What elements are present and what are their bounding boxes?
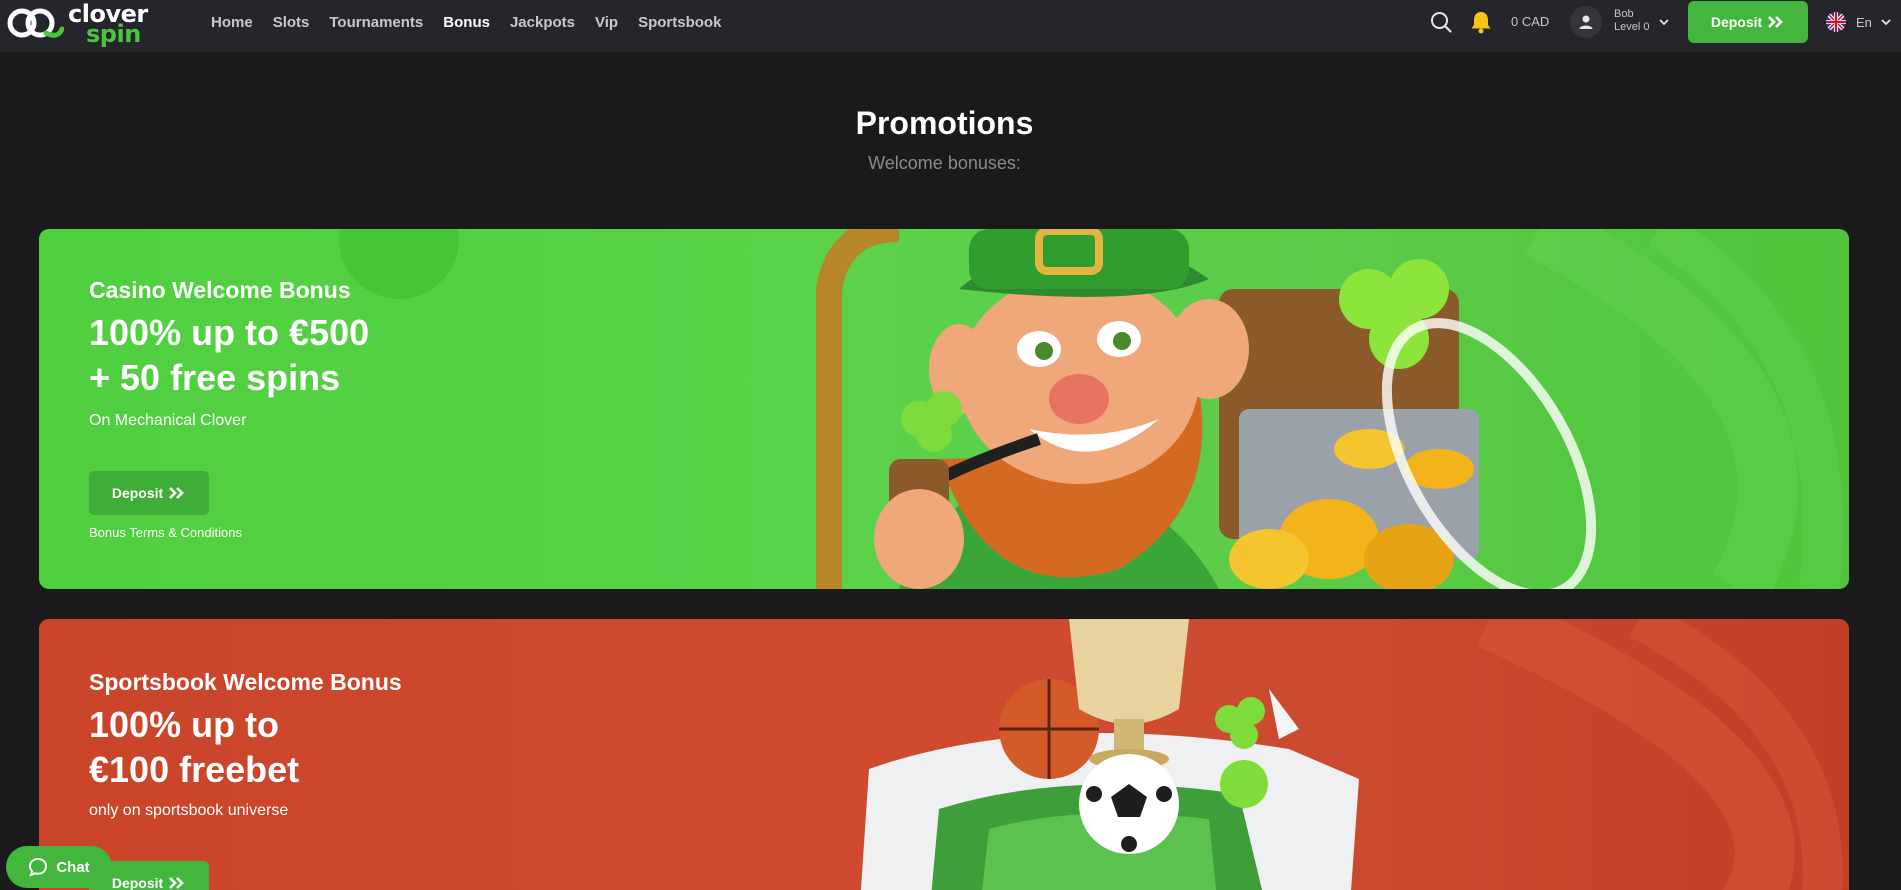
page-subtitle: Welcome bonuses:: [868, 153, 1021, 173]
chevron-down-icon: [1881, 19, 1891, 26]
casino-welcome-banner: Casino Welcome Bonus 100% up to €500 + 5…: [39, 229, 1849, 589]
sportsbook-bonus-subtitle: Sportsbook Welcome Bonus: [89, 669, 402, 695]
bell-icon[interactable]: [1468, 9, 1494, 35]
user-menu[interactable]: Bob Level 0: [1614, 8, 1649, 34]
sportsbook-bonus-note: only on sportsbook universe: [89, 802, 289, 819]
nav-jackpots[interactable]: Jackpots: [510, 14, 575, 31]
main-nav: Home Slots Tournaments Bonus Jackpots Vi…: [211, 0, 741, 44]
chevron-down-icon[interactable]: [1658, 16, 1670, 28]
casino-bonus-note: On Mechanical Clover: [89, 412, 247, 429]
chat-label: Chat: [56, 858, 90, 876]
search-icon[interactable]: [1429, 10, 1453, 34]
stadium-trophy-illustration: [860, 619, 1843, 890]
casino-bonus-headline-1: 100% up to €500: [89, 312, 370, 353]
nav-home[interactable]: Home: [211, 14, 253, 31]
sportsbook-bonus-headline-2: €100 freebet: [89, 749, 300, 790]
language-selector[interactable]: En: [1826, 12, 1892, 32]
balance-display[interactable]: 0 CAD: [1511, 14, 1549, 29]
chat-button[interactable]: Chat: [6, 846, 112, 888]
nav-slots[interactable]: Slots: [273, 14, 310, 31]
nav-tournaments[interactable]: Tournaments: [329, 14, 423, 31]
double-chevron-right-icon: [169, 487, 185, 499]
user-level: Level 0: [1614, 21, 1650, 33]
double-chevron-right-icon: [169, 877, 185, 889]
clover-spin-logo[interactable]: clover spin: [6, 2, 166, 46]
double-chevron-right-icon: [1768, 16, 1784, 28]
sportsbook-welcome-banner: Sportsbook Welcome Bonus 100% up to €100…: [39, 619, 1849, 890]
user-name: Bob: [1614, 8, 1634, 20]
uk-flag-icon: [1826, 12, 1846, 32]
chat-bubble-icon: [29, 857, 48, 877]
nav-bonus[interactable]: Bonus: [443, 14, 490, 31]
casino-deposit-label: Deposit: [111, 485, 164, 501]
casino-bonus-subtitle: Casino Welcome Bonus: [89, 277, 351, 303]
sportsbook-deposit-label: Deposit: [111, 875, 164, 890]
nav-vip[interactable]: Vip: [595, 14, 618, 31]
bonus-terms-link[interactable]: Bonus Terms & Conditions: [89, 525, 242, 540]
logo-text-spin: spin: [86, 20, 141, 48]
header-deposit-label: Deposit: [1710, 14, 1763, 30]
language-label: En: [1856, 14, 1872, 30]
user-avatar[interactable]: [1570, 6, 1602, 38]
casino-bonus-headline-2: + 50 free spins: [89, 357, 341, 398]
page-title: Promotions: [855, 105, 1034, 141]
sportsbook-bonus-headline-1: 100% up to: [89, 704, 280, 745]
clover-logo-icon: [7, 8, 64, 38]
user-icon: [1579, 15, 1593, 29]
casino-deposit-button[interactable]: Deposit: [89, 471, 209, 515]
header-deposit-button[interactable]: Deposit: [1688, 1, 1808, 43]
top-header: clover spin Home Slots Tournaments Bonus…: [0, 0, 1901, 52]
nav-sportsbook[interactable]: Sportsbook: [638, 14, 721, 31]
